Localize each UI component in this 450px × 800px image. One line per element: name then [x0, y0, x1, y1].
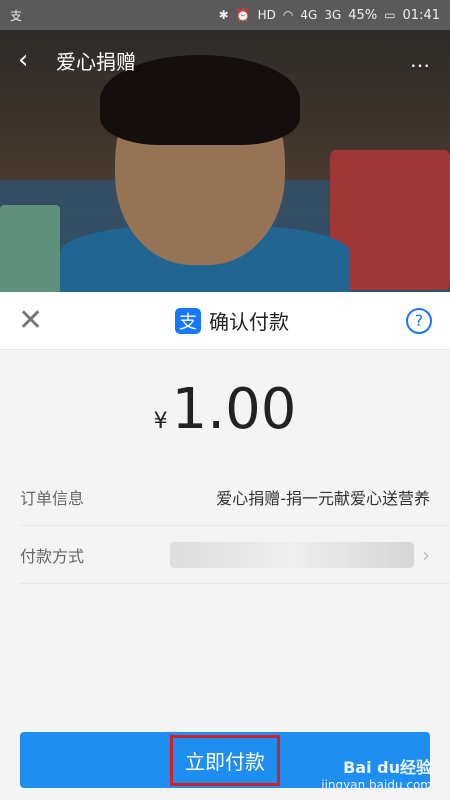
more-menu-icon[interactable]: …: [410, 48, 432, 72]
alipay-icon: 支: [10, 8, 23, 23]
alipay-logo-icon: 支: [175, 307, 201, 334]
battery-text: 45%: [348, 7, 378, 23]
help-icon[interactable]: ?: [406, 307, 432, 334]
chevron-right-icon: ›: [422, 542, 430, 567]
watermark-url: jingyan.baidu.com: [321, 778, 432, 792]
clock-time: 01:41: [402, 7, 440, 23]
close-icon[interactable]: ✕: [18, 305, 58, 336]
amount: ¥ 1.00: [154, 377, 297, 442]
sheet-title-group: 支 确认付款: [58, 306, 406, 335]
signal-4g-icon: 4G: [300, 8, 318, 22]
nav-bar: ‹ 爱心捐赠 …: [0, 30, 450, 90]
pay-now-label: 立即付款: [170, 734, 280, 786]
sheet-header: ✕ 支 确认付款 ?: [0, 292, 450, 350]
payment-method-label: 付款方式: [20, 546, 85, 566]
order-info-label: 订单信息: [20, 488, 85, 508]
amount-value: 1.00: [171, 376, 297, 442]
watermark-logo: Bai du经验: [343, 758, 432, 777]
bluetooth-icon: ✱: [218, 8, 229, 22]
order-info-value: 爱心捐赠-捐一元献爱心送营养: [216, 488, 430, 508]
payment-method-row[interactable]: 付款方式 ›: [20, 526, 450, 584]
amount-display: ¥ 1.00: [0, 350, 450, 468]
currency-symbol: ¥: [153, 408, 168, 434]
watermark: Bai du经验 jingyan.baidu.com: [321, 754, 432, 792]
sheet-title: 确认付款: [209, 310, 289, 334]
alarm-icon: ⏰: [235, 8, 251, 22]
signal-3g-icon: 3G: [324, 8, 342, 22]
hero-banner: ‹ 爱心捐赠 …: [0, 30, 450, 292]
battery-icon: ▭: [384, 8, 396, 22]
status-bar: 支 ✱ ⏰ HD ◠ 4G 3G 45% ▭ 01:41: [0, 0, 450, 30]
order-info-row: 订单信息 爱心捐赠-捐一元献爱心送营养: [20, 468, 450, 526]
page-title: 爱心捐赠: [56, 49, 136, 74]
back-arrow-icon[interactable]: ‹: [18, 45, 48, 75]
payment-sheet: ✕ 支 确认付款 ? ¥ 1.00 订单信息 爱心捐赠-捐一元献爱心送营养 付款…: [0, 292, 450, 800]
payment-method-blurred: [170, 541, 414, 568]
hd-icon: HD: [257, 8, 276, 22]
wifi-icon: ◠: [282, 8, 294, 22]
